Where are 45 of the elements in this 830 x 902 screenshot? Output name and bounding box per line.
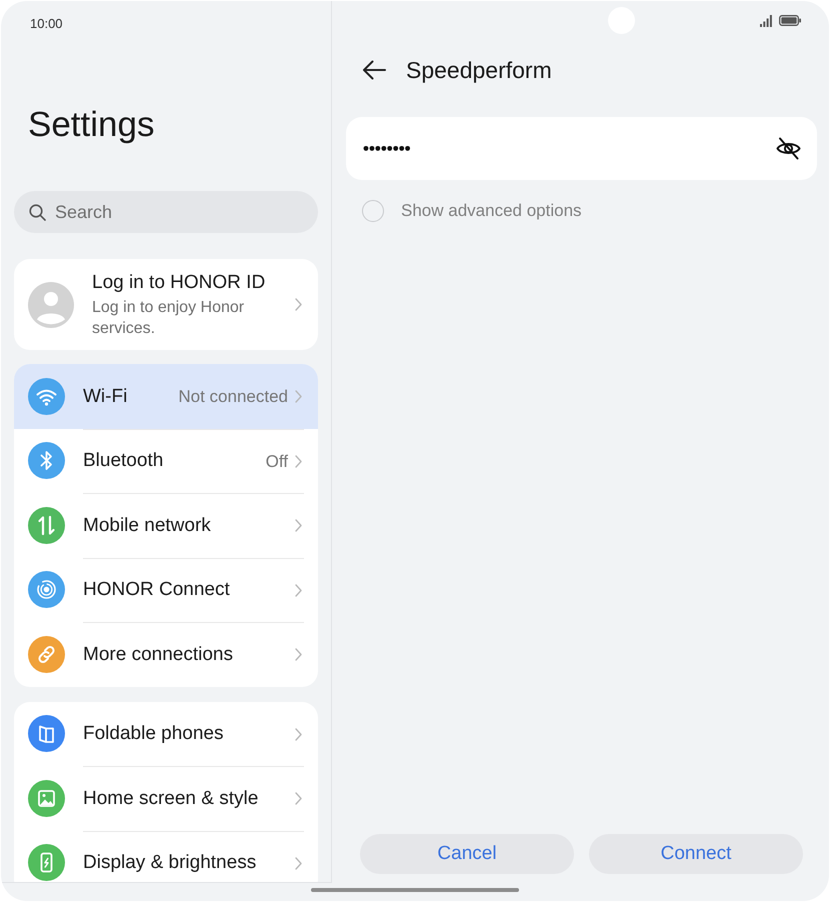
back-arrow-icon[interactable]	[362, 60, 386, 80]
account-subtitle: Log in to enjoy Honor services.	[92, 298, 246, 338]
settings-row[interactable]: HONOR Connect	[14, 558, 318, 622]
battery-icon	[779, 15, 801, 26]
chevron-right-icon	[295, 584, 302, 597]
page-title: Settings	[28, 105, 154, 144]
row-value: Not connected	[178, 386, 288, 408]
row-label: Foldable phones	[83, 722, 224, 746]
row-label: Mobile network	[83, 514, 212, 538]
row-label: HONOR Connect	[83, 578, 231, 602]
search-field[interactable]: Search	[14, 191, 318, 233]
password-field[interactable]: ••••••••	[346, 117, 817, 180]
chevron-right-icon	[295, 454, 302, 468]
row-label: Display & brightness	[83, 851, 258, 875]
chevron-right-icon	[295, 648, 302, 662]
chevron-right-icon	[295, 728, 302, 741]
settings-row[interactable]: Foldable phones	[14, 702, 318, 766]
settings-row[interactable]: Bluetooth Off	[14, 428, 318, 493]
chevron-right-icon	[295, 792, 302, 806]
settings-row[interactable]: Wi-Fi Not connected	[14, 364, 318, 428]
chevron-right-icon	[295, 390, 302, 404]
row-label: Home screen & style	[83, 786, 260, 810]
row-label: Wi-Fi	[83, 384, 128, 408]
account-card[interactable]: Log in to HONOR ID Log in to enjoy Honor services.	[14, 259, 318, 350]
signal-icon	[760, 14, 772, 26]
status-time: 10:00	[30, 16, 63, 31]
settings-row[interactable]: Display & brightness	[14, 830, 318, 882]
row-label: Bluetooth	[83, 449, 164, 473]
chevron-right-icon	[295, 298, 302, 311]
checkbox[interactable]	[362, 200, 384, 222]
cancel-button[interactable]: Cancel	[360, 834, 574, 874]
account-title: Log in to HONOR ID	[92, 270, 266, 294]
avatar-icon	[28, 282, 74, 328]
chevron-right-icon	[295, 856, 302, 870]
connect-button[interactable]: Connect	[589, 834, 803, 874]
search-icon	[29, 204, 46, 220]
settings-row[interactable]: More connections	[14, 622, 318, 686]
checkbox-label: Show advanced options	[401, 200, 582, 222]
chevron-right-icon	[295, 519, 302, 532]
row-label: More connections	[83, 642, 234, 666]
settings-row[interactable]: Mobile network	[14, 493, 318, 558]
settings-row[interactable]: Home screen & style	[14, 766, 318, 830]
row-value: Off	[266, 450, 288, 472]
eye-slash-icon[interactable]	[776, 137, 801, 160]
network-title: Speedperform	[406, 56, 552, 85]
